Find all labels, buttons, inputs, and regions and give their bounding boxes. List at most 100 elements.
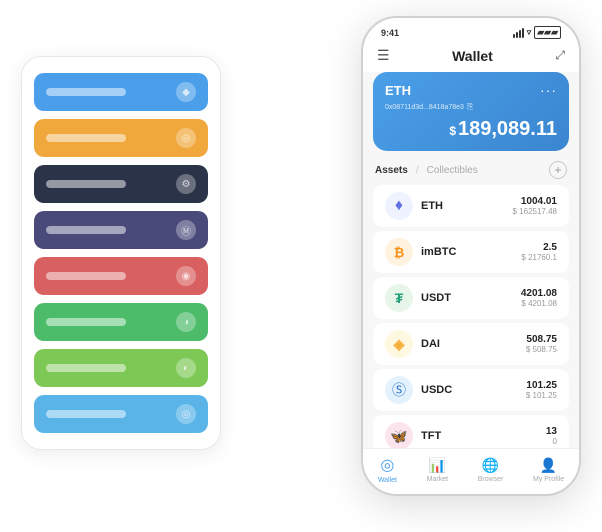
usdc-token-usd: $ 101.25 (526, 391, 557, 400)
card-icon: ⚙ (176, 174, 196, 194)
card-label (46, 226, 126, 234)
expand-icon[interactable]: ⤢ (555, 48, 565, 63)
card-item[interactable]: ◆ (34, 73, 208, 111)
usdt-token-usd: $ 4201.08 (521, 299, 557, 308)
tft-token-amount: 13 (546, 426, 557, 437)
market-nav-label: Market (427, 476, 448, 483)
bottom-nav: ◎ Wallet 📊 Market 🌐 Browser 👤 My Profile (363, 448, 579, 494)
usdt-amounts: 4201.08 $ 4201.08 (521, 288, 557, 308)
eth-amount-value: 189,089.11 (458, 118, 557, 140)
imbtc-token-name: imBTC (421, 246, 521, 258)
status-time: 9:41 (381, 28, 399, 38)
card-icon: ◎ (176, 404, 196, 424)
status-icons: ▿ ▰▰▰ (513, 26, 561, 39)
imbtc-token-icon: ₿ (385, 238, 413, 266)
usdc-token-name: USDC (421, 384, 526, 396)
phone: 9:41 ▿ ▰▰▰ ☰ Wallet ⤢ ET (361, 16, 581, 496)
wallet-nav-icon: ◎ (380, 455, 394, 475)
dai-token-amount: 508.75 (526, 334, 557, 345)
dai-token-icon: ◈ (385, 330, 413, 358)
card-icon: Ⓜ (176, 220, 196, 240)
card-item[interactable]: ◑ (34, 303, 208, 341)
asset-item-eth[interactable]: ♦ ETH 1004.01 $ 162517.48 (373, 185, 569, 227)
eth-card-balance: $189,089.11 (385, 118, 557, 141)
card-item[interactable]: Ⓜ (34, 211, 208, 249)
eth-token-usd: $ 162517.48 (513, 207, 558, 216)
card-item[interactable]: ◐ (34, 349, 208, 387)
eth-token-name: ETH (421, 200, 513, 212)
card-label (46, 134, 126, 142)
copy-icon[interactable]: ⎘ (467, 102, 473, 112)
tab-collectibles[interactable]: Collectibles (427, 165, 478, 176)
eth-token-icon: ♦ (385, 192, 413, 220)
dollar-sign: $ (449, 124, 456, 138)
dai-amounts: 508.75 $ 508.75 (526, 334, 557, 354)
usdt-token-name: USDT (421, 292, 521, 304)
card-label (46, 88, 126, 96)
left-card-panel: ◆ ◎ ⚙ Ⓜ ◉ ◑ ◐ ◎ (21, 56, 221, 450)
usdc-token-icon: Ⓢ (385, 376, 413, 404)
wallet-title: Wallet (452, 48, 493, 64)
nav-market[interactable]: 📊 Market (427, 457, 448, 483)
card-icon: ◆ (176, 82, 196, 102)
eth-card[interactable]: ETH ··· 0x08711d3d...8418a78e3 ⎘ $189,08… (373, 72, 569, 151)
eth-card-menu[interactable]: ··· (540, 82, 557, 98)
eth-card-title: ETH (385, 83, 411, 98)
card-icon: ◑ (176, 312, 196, 332)
imbtc-token-amount: 2.5 (521, 242, 557, 253)
card-label (46, 180, 126, 188)
dai-token-usd: $ 508.75 (526, 345, 557, 354)
eth-address-text: 0x08711d3d...8418a78e3 (385, 104, 464, 111)
wallet-nav-label: Wallet (378, 477, 397, 484)
card-label (46, 364, 126, 372)
nav-wallet[interactable]: ◎ Wallet (378, 455, 397, 484)
card-item[interactable]: ⚙ (34, 165, 208, 203)
assets-tabs: Assets / Collectibles (375, 165, 478, 176)
asset-item-imbtc[interactable]: ₿ imBTC 2.5 $ 21760.1 (373, 231, 569, 273)
nav-profile[interactable]: 👤 My Profile (533, 457, 564, 483)
card-item[interactable]: ◉ (34, 257, 208, 295)
imbtc-token-usd: $ 21760.1 (521, 253, 557, 262)
asset-item-usdc[interactable]: Ⓢ USDC 101.25 $ 101.25 (373, 369, 569, 411)
asset-item-usdt[interactable]: ₮ USDT 4201.08 $ 4201.08 (373, 277, 569, 319)
usdc-amounts: 101.25 $ 101.25 (526, 380, 557, 400)
card-icon: ◎ (176, 128, 196, 148)
nav-browser[interactable]: 🌐 Browser (478, 457, 504, 483)
browser-nav-label: Browser (478, 476, 504, 483)
asset-item-tft[interactable]: 🦋 TFT 13 0 (373, 415, 569, 448)
browser-nav-icon: 🌐 (482, 457, 499, 474)
card-label (46, 318, 126, 326)
main-scene: ◆ ◎ ⚙ Ⓜ ◉ ◑ ◐ ◎ (21, 16, 581, 516)
profile-nav-label: My Profile (533, 476, 564, 483)
imbtc-amounts: 2.5 $ 21760.1 (521, 242, 557, 262)
tft-token-name: TFT (421, 430, 546, 442)
assets-header: Assets / Collectibles + (363, 161, 579, 185)
phone-content: ETH ··· 0x08711d3d...8418a78e3 ⎘ $189,08… (363, 72, 579, 448)
eth-card-top: ETH ··· (385, 82, 557, 98)
wifi-icon: ▿ (527, 27, 532, 38)
tft-token-usd: 0 (546, 437, 557, 446)
profile-nav-icon: 👤 (540, 457, 557, 474)
status-bar: 9:41 ▿ ▰▰▰ (363, 18, 579, 43)
card-icon: ◉ (176, 266, 196, 286)
phone-header: ☰ Wallet ⤢ (363, 43, 579, 72)
card-item[interactable]: ◎ (34, 395, 208, 433)
menu-icon[interactable]: ☰ (377, 47, 390, 64)
usdc-token-amount: 101.25 (526, 380, 557, 391)
market-nav-icon: 📊 (429, 457, 446, 474)
signal-icon (513, 28, 524, 38)
card-item[interactable]: ◎ (34, 119, 208, 157)
battery-icon: ▰▰▰ (534, 26, 561, 39)
eth-amounts: 1004.01 $ 162517.48 (513, 196, 558, 216)
tab-divider: / (416, 165, 419, 176)
card-label (46, 272, 126, 280)
tft-amounts: 13 0 (546, 426, 557, 446)
usdt-token-icon: ₮ (385, 284, 413, 312)
usdt-token-amount: 4201.08 (521, 288, 557, 299)
tft-token-icon: 🦋 (385, 422, 413, 448)
add-asset-button[interactable]: + (549, 161, 567, 179)
dai-token-name: DAI (421, 338, 526, 350)
asset-list: ♦ ETH 1004.01 $ 162517.48 ₿ imBTC 2.5 $ … (363, 185, 579, 448)
tab-assets[interactable]: Assets (375, 165, 408, 176)
asset-item-dai[interactable]: ◈ DAI 508.75 $ 508.75 (373, 323, 569, 365)
